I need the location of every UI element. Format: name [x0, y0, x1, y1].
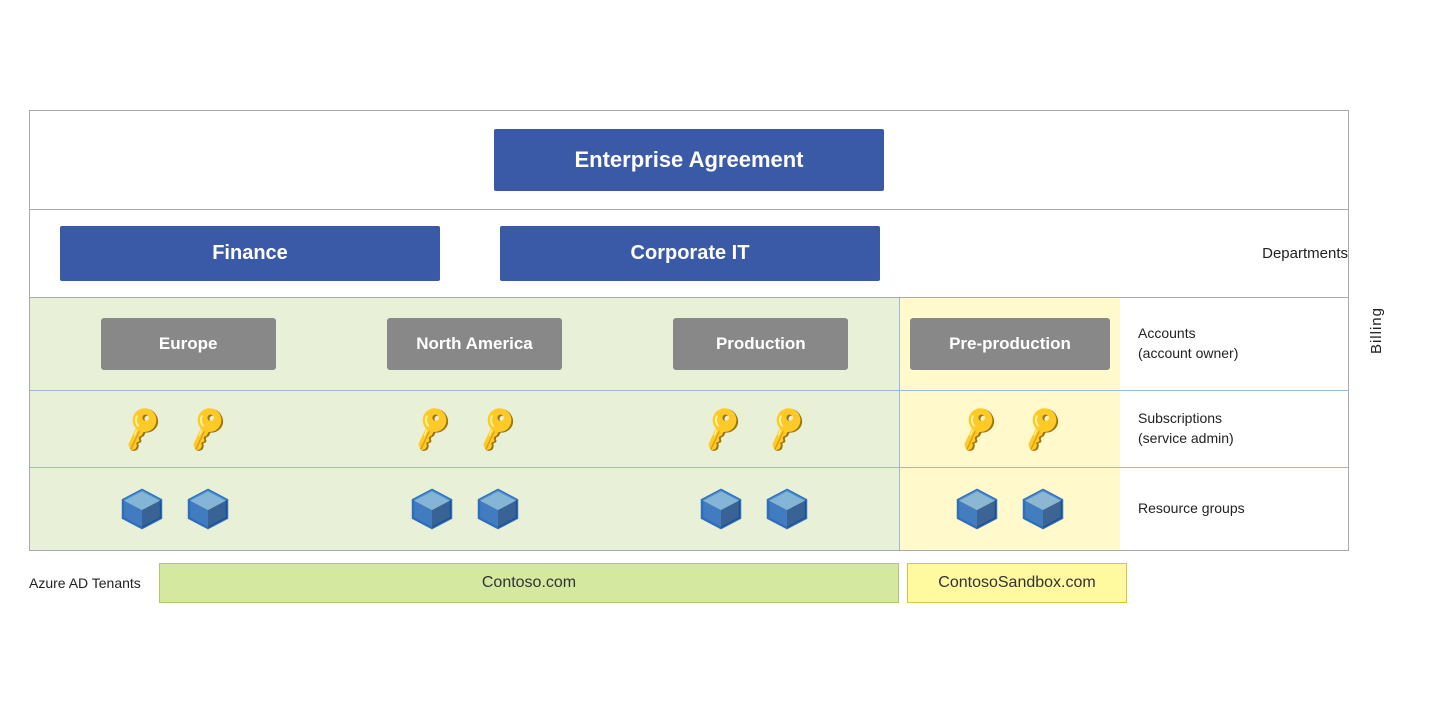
cube-icon-6 — [764, 486, 810, 532]
account-preprod: Pre-production — [910, 318, 1110, 370]
accounts-label-text: Accounts(account owner) — [1138, 324, 1238, 363]
subscriptions-right-label: Subscriptions(service admin) — [1120, 391, 1280, 467]
resource-label-text: Resource groups — [1138, 499, 1245, 519]
billing-border: Enterprise Agreement Finance Corporate I… — [29, 110, 1349, 551]
europe-resources — [30, 486, 320, 532]
tenant-contoso: Contoso.com — [159, 563, 899, 603]
account-north-america: North America — [387, 318, 562, 370]
europe-subs: 🔑 🔑 — [30, 409, 320, 449]
north-america-col: North America — [336, 318, 612, 370]
cube-icon-1 — [119, 486, 165, 532]
account-europe: Europe — [101, 318, 276, 370]
subscriptions-row: 🔑 🔑 🔑 🔑 🔑 — [30, 391, 1348, 468]
tenants-label: Azure AD Tenants — [29, 575, 159, 591]
key-icon-4: 🔑 — [470, 403, 523, 455]
cube-icon-3 — [409, 486, 455, 532]
resource-green — [30, 468, 900, 550]
resource-right-label: Resource groups — [1120, 468, 1280, 550]
key-icon-6: 🔑 — [760, 403, 813, 455]
subscriptions-label-text: Subscriptions(service admin) — [1138, 409, 1234, 448]
europe-col: Europe — [50, 318, 326, 370]
key-icon-2: 🔑 — [180, 403, 233, 455]
main-diagram: Enterprise Agreement Finance Corporate I… — [29, 110, 1409, 603]
ea-row: Enterprise Agreement — [30, 111, 1348, 210]
preprod-resources — [900, 468, 1120, 550]
content-area: Europe North America Production — [30, 298, 1348, 550]
ea-box: Enterprise Agreement — [494, 129, 883, 191]
departments-label: Departments — [1262, 245, 1348, 262]
cube-icon-2 — [185, 486, 231, 532]
billing-label-container: Billing — [1348, 111, 1404, 550]
cube-icon-4 — [475, 486, 521, 532]
north-subs: 🔑 🔑 — [320, 409, 610, 449]
cube-icon-5 — [698, 486, 744, 532]
key-icon-7: 🔑 — [951, 403, 1004, 455]
departments-row: Finance Corporate IT Departments — [30, 210, 1348, 298]
subscriptions-green: 🔑 🔑 🔑 🔑 🔑 — [30, 391, 900, 467]
resource-row: Resource groups — [30, 468, 1348, 550]
key-icon-1: 🔑 — [116, 403, 169, 455]
cube-icon-7 — [954, 486, 1000, 532]
billing-label-text: Billing — [1368, 307, 1385, 354]
diagram-wrapper: Enterprise Agreement Finance Corporate I… — [29, 90, 1409, 623]
preprod-subs: 🔑 🔑 — [900, 391, 1120, 467]
key-icon-5: 🔑 — [695, 403, 748, 455]
production-col: Production — [623, 318, 899, 370]
key-icon-3: 🔑 — [406, 403, 459, 455]
accounts-row: Europe North America Production — [30, 298, 1348, 391]
account-production: Production — [673, 318, 848, 370]
dept-boxes: Finance Corporate IT — [60, 226, 1232, 281]
dept-corporate-it: Corporate IT — [500, 226, 880, 281]
dept-finance: Finance — [60, 226, 440, 281]
prod-resources — [609, 486, 899, 532]
accounts-right-label: Accounts(account owner) — [1120, 298, 1280, 390]
cube-icon-8 — [1020, 486, 1066, 532]
key-icon-8: 🔑 — [1015, 403, 1068, 455]
tenant-sandbox: ContosoSandbox.com — [907, 563, 1127, 603]
north-resources — [320, 486, 610, 532]
accounts-yellow: Pre-production — [900, 298, 1120, 390]
prod-subs: 🔑 🔑 — [609, 409, 899, 449]
accounts-green: Europe North America Production — [30, 298, 900, 390]
tenants-row: Azure AD Tenants Contoso.com ContosoSand… — [29, 551, 1409, 603]
zones-area: Europe North America Production — [30, 298, 1348, 550]
